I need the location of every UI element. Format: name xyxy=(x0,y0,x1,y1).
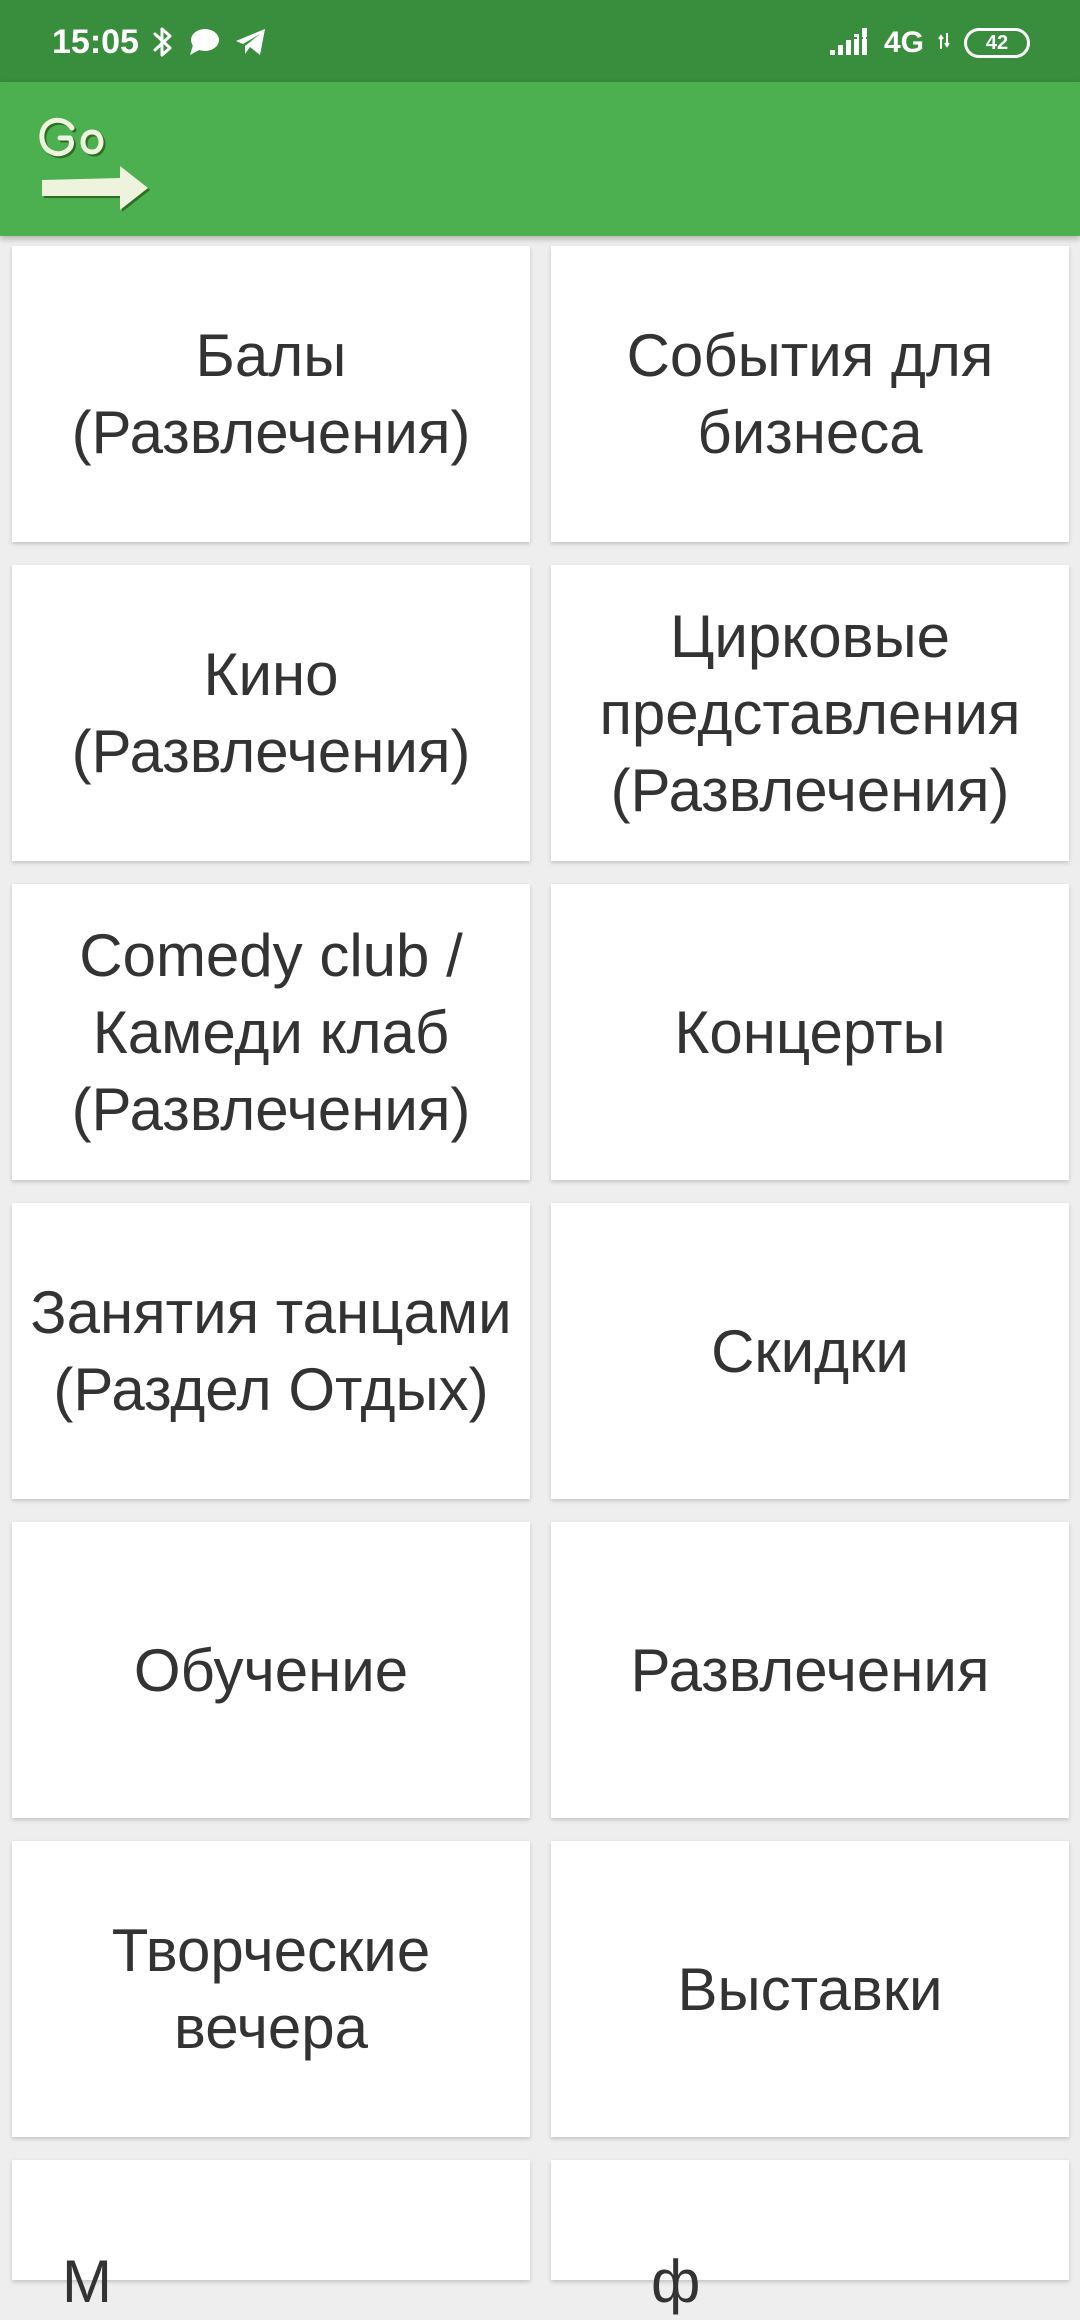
status-time: 15:05 xyxy=(52,23,139,61)
category-tile[interactable]: ф xyxy=(551,2160,1069,2315)
network-type: 4G xyxy=(883,26,924,59)
category-label: Балы (Развлечения) xyxy=(71,322,471,466)
data-arrows-icon xyxy=(938,31,950,56)
category-label: Кино (Развлечения) xyxy=(71,641,471,785)
telegram-icon xyxy=(234,27,268,62)
category-label: Comedy club / Камеди клаб (Развлечения) xyxy=(71,921,471,1143)
status-bar: 15:05 4G 42 xyxy=(0,0,1080,82)
category-label: ф xyxy=(651,2248,701,2315)
category-label: М xyxy=(62,2248,112,2315)
category-tile[interactable]: Концерты xyxy=(551,884,1069,1180)
category-label: Развлечения xyxy=(630,1636,990,1704)
category-label: Занятия танцами (Раздел Отдых) xyxy=(30,1279,512,1423)
category-label: Цирковые представления (Развлечения) xyxy=(599,602,1021,824)
category-tile[interactable]: Развлечения xyxy=(551,1522,1069,1818)
category-tile[interactable]: События для бизнеса xyxy=(551,246,1069,542)
category-label: Скидки xyxy=(711,1317,909,1385)
category-tile[interactable]: Выставки xyxy=(551,1841,1069,2137)
category-label: События для бизнеса xyxy=(626,322,994,466)
status-notification-icons xyxy=(152,24,268,64)
category-tile[interactable]: Балы (Развлечения) xyxy=(12,246,530,542)
signal-icon xyxy=(829,26,870,61)
category-tile[interactable]: Comedy club / Камеди клаб (Развлечения) xyxy=(12,884,530,1180)
category-label: Обучение xyxy=(133,1636,409,1704)
bluetooth-icon xyxy=(152,25,174,64)
category-tile[interactable]: Занятия танцами (Раздел Отдых) xyxy=(12,1203,530,1499)
category-tile[interactable]: М xyxy=(12,2160,530,2315)
app-bar xyxy=(0,82,1080,236)
go-logo-icon[interactable] xyxy=(36,108,156,218)
category-label: Выставки xyxy=(677,1955,943,2023)
status-system-icons: 4G 42 xyxy=(829,22,1030,64)
category-tile[interactable]: Творческие вечера xyxy=(12,1841,530,2137)
category-label: Творческие вечера xyxy=(111,1917,431,2061)
category-tile[interactable]: Скидки xyxy=(551,1203,1069,1499)
chat-bubble-icon xyxy=(188,27,220,62)
category-tile[interactable]: Кино (Развлечения) xyxy=(12,565,530,861)
battery-level: 42 xyxy=(985,32,1009,54)
category-tile[interactable]: Цирковые представления (Развлечения) xyxy=(551,565,1069,861)
category-tile[interactable]: Обучение xyxy=(12,1522,530,1818)
battery-icon: 42 xyxy=(964,28,1030,58)
category-label: Концерты xyxy=(674,998,946,1066)
